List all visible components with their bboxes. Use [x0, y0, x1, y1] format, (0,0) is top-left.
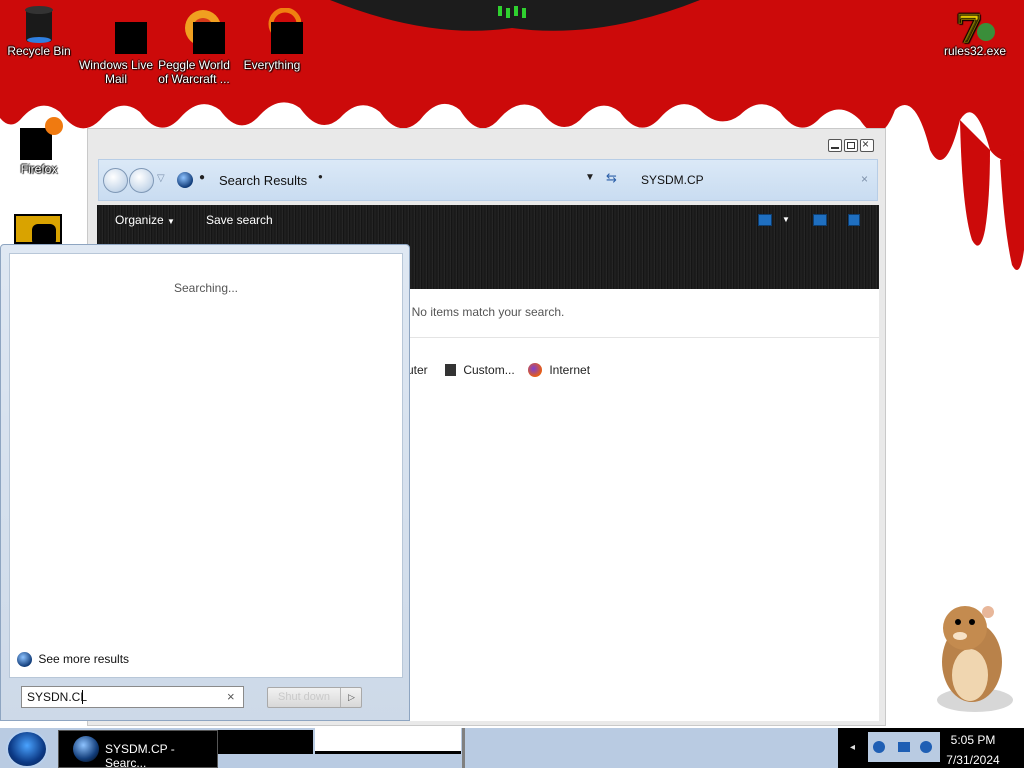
- organize-button[interactable]: Organize ▼: [115, 213, 175, 227]
- clock-time: 5:05 PM: [950, 733, 996, 747]
- search-again-internet[interactable]: Internet: [528, 363, 590, 377]
- chevron-down-icon: ▼: [167, 217, 175, 226]
- maximize-icon: [847, 142, 855, 149]
- help-icon[interactable]: [848, 214, 860, 226]
- refresh-icon[interactable]: ⇆: [606, 170, 617, 186]
- desktop-icon-label: Firefox: [20, 162, 58, 176]
- views-icon[interactable]: [758, 214, 772, 226]
- minimize-button[interactable]: [828, 139, 842, 152]
- mail-icon: [99, 20, 147, 54]
- tray-chevron-icon[interactable]: ◂: [850, 742, 855, 753]
- desktop-icon-label: Recycle Bin: [7, 44, 71, 58]
- organize-label: Organize: [115, 213, 164, 227]
- taskbar-decoration: [315, 728, 461, 754]
- folder-icon: [445, 364, 456, 376]
- search-again-computer[interactable]: uter: [407, 363, 428, 377]
- save-search-button[interactable]: Save search: [206, 213, 273, 227]
- search-location-icon: [177, 172, 193, 188]
- views-dropdown-icon[interactable]: ▼: [782, 215, 790, 224]
- search-again-label: uter: [407, 363, 428, 377]
- history-dropdown-icon[interactable]: ▽: [157, 173, 165, 184]
- searching-status: Searching...: [173, 281, 239, 295]
- maximize-button[interactable]: [844, 139, 858, 152]
- breadcrumb-separator-icon: ●: [199, 172, 206, 183]
- search-box[interactable]: SYSDM.CP ×: [629, 166, 869, 194]
- desktop-icon-rules32[interactable]: 7 rules32.exe: [936, 6, 1014, 58]
- shutdown-label: Shut down: [278, 691, 330, 703]
- minimize-icon: [831, 147, 839, 149]
- search-again-custom[interactable]: Custom...: [445, 363, 515, 377]
- shutdown-options-icon[interactable]: ▷: [340, 688, 362, 707]
- desktop-icon-label: Peggle World of Warcraft ...: [158, 58, 230, 86]
- taskbar-divider: [462, 728, 465, 768]
- firefox-icon: [528, 363, 542, 377]
- search-icon: [17, 652, 32, 667]
- network-icon[interactable]: [873, 741, 885, 753]
- desktop-icon-windows-live-mail[interactable]: Windows Live Mail: [77, 20, 155, 86]
- clear-search-icon[interactable]: ×: [227, 689, 235, 704]
- start-button[interactable]: [6, 730, 48, 768]
- desktop-icon-label: Windows Live Mail: [78, 58, 154, 86]
- forward-button[interactable]: [129, 168, 154, 193]
- close-button[interactable]: ×: [860, 137, 874, 152]
- start-menu: Searching... See more results SYSDN.CL ×…: [0, 244, 410, 721]
- see-more-results-label: See more results: [38, 652, 130, 666]
- preview-pane-icon[interactable]: [813, 214, 827, 226]
- peggle-icon: [177, 10, 225, 54]
- desktop-icon-peggle[interactable]: Peggle World of Warcraft ...: [155, 10, 233, 86]
- window-titlebar[interactable]: ×: [88, 129, 885, 157]
- search-app-icon: [255, 8, 303, 54]
- app-icon: [32, 224, 56, 246]
- start-search-text: SYSDN.CL: [27, 690, 88, 704]
- desktop-icon-everything[interactable]: Everything: [233, 8, 311, 72]
- text-caret: [82, 690, 83, 704]
- search-box-text: SYSDM.CP: [641, 173, 704, 187]
- volume-icon[interactable]: [898, 742, 910, 752]
- search-icon: [73, 736, 99, 762]
- recycle-bin-icon: [22, 6, 56, 43]
- shutdown-button[interactable]: Shut down ▷: [267, 687, 362, 708]
- desktop-icon-recycle-bin[interactable]: Recycle Bin: [0, 6, 78, 58]
- search-results-pane: Searching... See more results: [9, 253, 403, 678]
- firefox-icon: [20, 117, 63, 160]
- start-search-input[interactable]: SYSDN.CL ×: [21, 686, 244, 708]
- back-button[interactable]: [103, 168, 128, 193]
- search-again-label: Custom...: [463, 363, 515, 377]
- close-icon: ×: [862, 137, 870, 151]
- taskbar-button-search-results[interactable]: SYSDM.CP - Searc...: [58, 730, 218, 768]
- address-dropdown-icon[interactable]: ▼: [585, 172, 595, 183]
- exe-icon: 7: [956, 6, 995, 50]
- taskbar-black-button[interactable]: [218, 730, 313, 754]
- taskbar-button-label: SYSDM.CP - Searc...: [105, 742, 175, 768]
- see-more-results-link[interactable]: See more results: [17, 652, 129, 667]
- address-bar: ▽ ● Search Results ● ▼ ⇆ SYSDM.CP ×: [98, 159, 878, 201]
- breadcrumb-search-results[interactable]: Search Results: [219, 173, 307, 188]
- clear-search-icon[interactable]: ×: [861, 172, 868, 186]
- desktop-icon-firefox[interactable]: Firefox: [0, 117, 78, 176]
- desktop-icon-label: Everything: [243, 58, 301, 72]
- search-again-label: Internet: [549, 363, 591, 377]
- desktop-icon-partial[interactable]: [14, 214, 62, 246]
- power-icon[interactable]: [920, 741, 932, 753]
- breadcrumb-separator-icon: ●: [318, 172, 323, 181]
- tray-icons: [868, 732, 940, 762]
- taskbar-clock[interactable]: 5:05 PM 7/31/2024: [940, 732, 1006, 768]
- clock-date: 7/31/2024: [946, 753, 1000, 767]
